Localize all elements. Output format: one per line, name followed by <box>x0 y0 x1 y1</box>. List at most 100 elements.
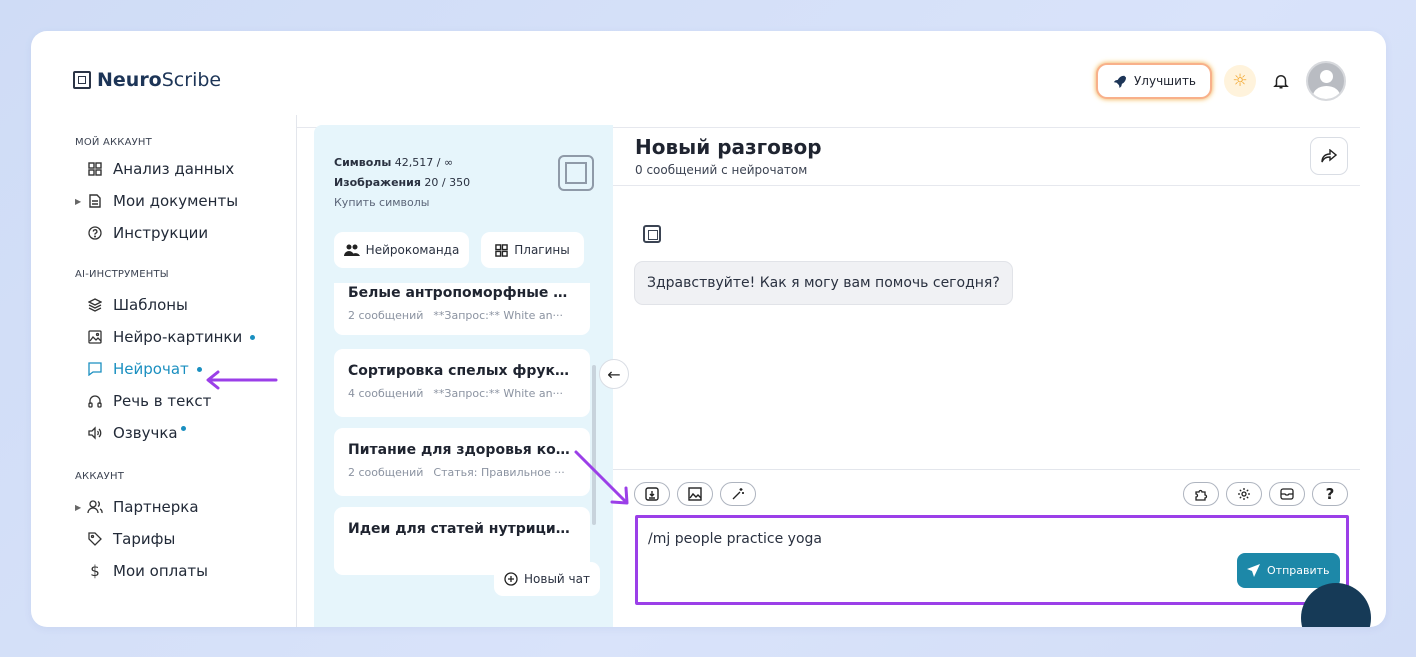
conversation-divider <box>613 185 1360 186</box>
neuro-team-label: Нейрокоманда <box>365 243 460 257</box>
grid-icon <box>495 243 509 257</box>
chat-count: 2 сообщений <box>348 309 424 322</box>
chat-preview: **Запрос:** White an··· <box>433 309 564 322</box>
bot-avatar-icon <box>643 225 661 243</box>
send-button[interactable]: Отправить <box>1237 553 1340 588</box>
users-icon <box>85 500 105 514</box>
brand-bold: Neuro <box>97 69 162 91</box>
sidebar-item-voiceover[interactable]: Озвучка <box>75 417 295 449</box>
chat-list-item[interactable]: Питание для здоровья кожи 2 сообщений Ста… <box>334 428 590 496</box>
theme-toggle-sun-icon[interactable]: ☼ <box>1224 65 1256 97</box>
section-account: АККАУНТ <box>75 470 125 482</box>
upgrade-button[interactable]: Улучшить <box>1097 65 1210 97</box>
sidebar-item-tariffs[interactable]: Тарифы <box>75 523 295 555</box>
plugins-button[interactable]: Плагины <box>481 232 584 268</box>
document-icon <box>85 194 105 208</box>
sidebar-item-my-documents[interactable]: ▶ Мои документы <box>75 185 295 217</box>
sidebar-divider <box>296 115 297 627</box>
template-box-icon[interactable] <box>1269 482 1305 506</box>
chat-title: Питание для здоровья кожи <box>348 442 576 458</box>
message-input-value[interactable]: /mj people practice yoga <box>648 531 822 547</box>
caret-right-icon: ▶ <box>75 196 82 206</box>
chat-list-panel: Символы 42,517 / ∞ Изображения 20 / 350 … <box>314 125 613 627</box>
logo[interactable]: NeuroScribe <box>73 69 221 91</box>
help-button[interactable]: ? <box>1312 482 1348 506</box>
conversation-title: Новый разговор <box>635 135 822 159</box>
new-chat-button[interactable]: Новый чат <box>494 562 600 596</box>
sidebar-item-label: Шаблоны <box>113 296 188 314</box>
image-upload-icon[interactable] <box>677 482 713 506</box>
buy-symbols-link[interactable]: Купить символы <box>334 193 470 213</box>
speaker-icon <box>85 426 105 440</box>
dollar-icon: $ <box>90 562 100 580</box>
sidebar: МОЙ АККАУНТ Анализ данных ▶ Мои документ… <box>75 131 295 587</box>
chat-title: Сортировка спелых фрукт··· <box>348 363 576 379</box>
sidebar-item-speech-to-text[interactable]: Речь в текст <box>75 385 295 417</box>
chat-list-item[interactable]: Белые антропоморфные к··· 2 сообщений **З… <box>334 283 590 335</box>
send-icon <box>1247 564 1260 577</box>
sidebar-item-neurochat[interactable]: Нейрочат <box>75 353 295 385</box>
conversation-subtitle: 0 сообщений с нейрочатом <box>635 163 808 177</box>
chat-icon <box>85 362 105 376</box>
header-actions: Улучшить ☼ <box>1097 61 1346 101</box>
images-label: Изображения <box>334 176 421 189</box>
caret-right-icon: ▶ <box>75 502 82 512</box>
new-chat-label: Новый чат <box>524 572 590 586</box>
sidebar-item-instructions[interactable]: Инструкции <box>75 217 295 249</box>
chat-meta: 2 сообщений **Запрос:** White an··· <box>348 309 576 322</box>
sidebar-item-my-payments[interactable]: $ Мои оплаты <box>75 555 295 587</box>
sidebar-item-label: Анализ данных <box>113 160 235 178</box>
chat-count: 4 сообщений <box>348 387 424 400</box>
chat-list-item[interactable]: Сортировка спелых фрукт··· 4 сообщений **… <box>334 349 590 417</box>
avatar[interactable] <box>1306 61 1346 101</box>
sidebar-item-templates[interactable]: Шаблоны <box>75 289 295 321</box>
brand-rest: Scribe <box>161 69 222 91</box>
sidebar-item-data-analysis[interactable]: Анализ данных <box>75 153 295 185</box>
brand-logo-icon <box>558 155 594 191</box>
chat-title: Белые антропоморфные к··· <box>348 285 576 301</box>
collapse-panel-arrow-left-icon[interactable]: ← <box>599 359 629 389</box>
sidebar-item-label: Мои оплаты <box>113 562 208 580</box>
chat-meta: 4 сообщений **Запрос:** White an··· <box>348 387 576 400</box>
sidebar-item-partners[interactable]: ▶ Партнерка <box>75 491 295 523</box>
sidebar-item-label: Тарифы <box>113 530 176 548</box>
chat-count: 2 сообщений <box>348 466 424 479</box>
sidebar-item-label: Мои документы <box>113 192 239 210</box>
sidebar-item-label: Нейрочат <box>113 360 189 378</box>
magic-wand-icon[interactable] <box>720 482 756 506</box>
bot-message: Здравствуйте! Как я могу вам помочь сего… <box>634 261 1013 305</box>
plugin-puzzle-icon[interactable] <box>1183 482 1219 506</box>
chat-preview: **Запрос:** White an··· <box>433 387 564 400</box>
logo-icon <box>73 71 91 89</box>
plugins-label: Плагины <box>514 243 570 257</box>
symbols-label: Символы <box>334 156 392 169</box>
sidebar-item-neuro-images[interactable]: Нейро-картинки <box>75 321 295 353</box>
new-indicator-dot <box>250 334 256 340</box>
chat-list: Белые антропоморфные к··· 2 сообщений **З… <box>334 283 592 579</box>
team-icon <box>343 244 360 256</box>
headphones-icon <box>85 394 105 408</box>
bell-icon[interactable] <box>1270 70 1292 92</box>
upload-file-icon[interactable] <box>634 482 670 506</box>
toolbar-divider <box>613 469 1360 470</box>
rocket-icon <box>1113 75 1126 88</box>
share-icon[interactable] <box>1310 137 1348 175</box>
sidebar-item-label: Нейро-картинки <box>113 328 243 346</box>
upgrade-label: Улучшить <box>1133 74 1196 88</box>
chat-list-scrollbar[interactable] <box>592 365 596 525</box>
new-indicator-dot <box>196 366 202 372</box>
usage-stats: Символы 42,517 / ∞ Изображения 20 / 350 … <box>334 153 470 213</box>
grid-icon <box>85 162 105 176</box>
neuro-team-button[interactable]: Нейрокоманда <box>334 232 469 268</box>
new-indicator-dot <box>180 425 186 431</box>
sidebar-item-label: Озвучка <box>113 424 178 442</box>
images-value: 20 / 350 <box>424 176 471 189</box>
settings-gear-icon[interactable] <box>1226 482 1262 506</box>
section-my-account: МОЙ АККАУНТ <box>75 136 152 148</box>
image-icon <box>85 330 105 344</box>
app-window: NeuroScribe Улучшить ☼ МОЙ АККАУНТ Анали… <box>31 31 1386 627</box>
help-circle-icon <box>85 226 105 240</box>
chat-meta <box>348 545 576 558</box>
send-label: Отправить <box>1267 564 1330 577</box>
chat-preview: Статья: Правильное ··· <box>433 466 565 479</box>
